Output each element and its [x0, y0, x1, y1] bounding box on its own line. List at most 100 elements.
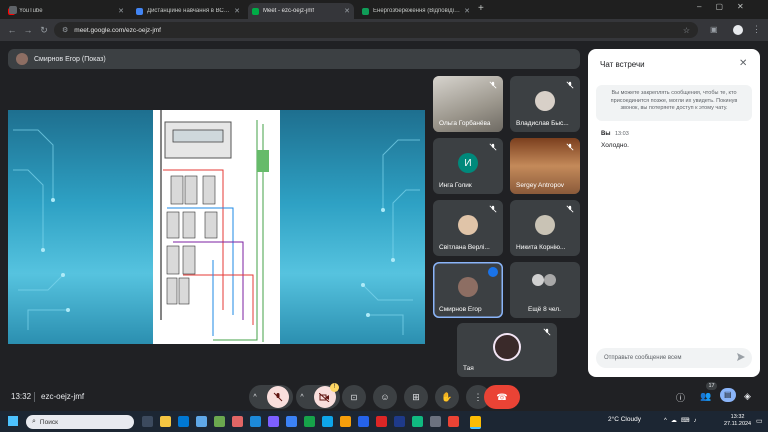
- tab-meet[interactable]: Meet - ezc-oejz-jmf ✕: [248, 3, 354, 19]
- mic-off-icon: [566, 205, 574, 213]
- tab-energy-saving[interactable]: Енергозбереження (Відповіді) - Go... ✕: [358, 3, 474, 19]
- participant-tile[interactable]: Тая: [457, 323, 557, 377]
- chat-pin-notice: Вы можете закреплять сообщения, чтобы те…: [596, 85, 752, 121]
- site-info-icon[interactable]: ⚙: [62, 26, 68, 34]
- presenter-bar: Смирнов Егор (Показ): [8, 49, 580, 69]
- participant-avatar: [544, 274, 556, 286]
- weather-widget[interactable]: 2°C Cloudy: [608, 416, 641, 423]
- app-icon[interactable]: [196, 416, 207, 427]
- presenter-avatar: [16, 53, 28, 65]
- chevron-up-icon[interactable]: ^: [300, 394, 303, 401]
- forward-icon[interactable]: →: [22, 24, 34, 36]
- app-icon[interactable]: [304, 416, 315, 427]
- search-icon: ⌕: [32, 418, 36, 425]
- bookmark-star-icon[interactable]: ☆: [683, 26, 690, 35]
- site-icon: [136, 7, 143, 15]
- notifications-icon[interactable]: ▭: [756, 417, 763, 425]
- app-icon[interactable]: [394, 416, 405, 427]
- chat-icon: ▤: [724, 390, 732, 399]
- tab-youtube[interactable]: YouTube ✕: [4, 3, 128, 19]
- forms-icon: [362, 7, 369, 15]
- app-icon[interactable]: [214, 416, 225, 427]
- participant-tile[interactable]: Ольга Горбанёва: [433, 76, 503, 132]
- system-tray-icons[interactable]: ^☁⌨♪: [664, 417, 700, 424]
- app-icon[interactable]: [376, 416, 387, 427]
- participant-tile[interactable]: Никита Корнію...: [510, 200, 580, 256]
- chrome-icon[interactable]: [470, 416, 481, 429]
- message-text: Холодно.: [601, 142, 629, 149]
- mic-off-icon: [543, 328, 551, 336]
- present-icon: ⊞: [412, 391, 420, 402]
- mic-off-icon: [273, 392, 282, 402]
- new-tab-button[interactable]: +: [478, 3, 484, 14]
- more-vert-icon: ⋮: [473, 391, 483, 402]
- mic-off-button[interactable]: [266, 386, 289, 408]
- file-explorer-icon[interactable]: [160, 416, 171, 427]
- window-controls[interactable]: –▢✕: [697, 2, 758, 11]
- end-call-button[interactable]: ☎: [484, 385, 520, 409]
- info-icon[interactable]: ⓘ: [676, 391, 685, 404]
- emoji-button[interactable]: ☺: [373, 385, 397, 409]
- app-icon[interactable]: [322, 416, 333, 427]
- close-icon[interactable]: ✕: [739, 58, 747, 69]
- chevron-up-icon[interactable]: ^: [253, 394, 256, 401]
- emoji-icon: ☺: [380, 392, 390, 402]
- chat-title: Чат встречи: [600, 60, 645, 69]
- close-tab-icon[interactable]: ✕: [344, 7, 350, 15]
- hand-icon: ✋: [441, 391, 453, 402]
- participant-tile[interactable]: Владислав Быс...: [510, 76, 580, 132]
- tab-search-icon[interactable]: [9, 6, 17, 14]
- send-icon[interactable]: [736, 352, 746, 362]
- captions-icon: ⊡: [350, 392, 358, 402]
- browser-menu-icon[interactable]: ⋮: [752, 24, 761, 35]
- profile-avatar[interactable]: [733, 25, 743, 35]
- tab-distance-learning[interactable]: Дистанційне навчання в ВСП КФФК... ✕: [132, 3, 244, 19]
- windows-start-icon[interactable]: [8, 416, 18, 426]
- omnibox[interactable]: ⚙ meet.google.com/ezc-oejz-jmf ☆: [54, 22, 698, 38]
- presenter-label: Смирнов Егор (Показ): [34, 55, 106, 63]
- app-icon[interactable]: [232, 416, 243, 427]
- electrical-panel-diagram: [160, 110, 269, 342]
- store-icon[interactable]: [178, 416, 189, 427]
- participant-tile[interactable]: Світлана Верлі...: [433, 200, 503, 256]
- app-icon[interactable]: [448, 416, 459, 427]
- extensions-icon[interactable]: ▣: [710, 25, 718, 34]
- mic-off-icon: [489, 143, 497, 151]
- people-icon[interactable]: 👥: [700, 391, 711, 402]
- mic-off-icon: [566, 143, 574, 151]
- present-button[interactable]: ⊞: [404, 385, 428, 409]
- reload-icon[interactable]: ↻: [38, 24, 50, 36]
- participant-tile[interactable]: Sergey Antropov: [510, 138, 580, 194]
- speaking-indicator-icon: [488, 267, 498, 277]
- app-icon[interactable]: [268, 416, 279, 427]
- app-icon[interactable]: [412, 416, 423, 427]
- taskbar-clock[interactable]: 13:32 27.11.2024: [724, 414, 751, 428]
- mic-off-icon: [489, 81, 497, 89]
- phone-hangup-icon: ☎: [496, 391, 508, 402]
- app-icon[interactable]: [286, 416, 297, 427]
- participants-count-badge: 17: [706, 382, 717, 390]
- mic-control-group: ^: [249, 385, 293, 409]
- participant-avatar: [535, 91, 555, 112]
- app-icon[interactable]: [340, 416, 351, 427]
- more-participants-tile[interactable]: Ещё 8 чел.: [510, 262, 580, 318]
- participant-tile[interactable]: И Инга Голик: [433, 138, 503, 194]
- edge-icon[interactable]: [250, 416, 261, 427]
- close-tab-icon[interactable]: ✕: [118, 7, 124, 15]
- meeting-code: ezc-oejz-jmf: [41, 392, 85, 401]
- close-tab-icon[interactable]: ✕: [234, 7, 240, 15]
- task-view-icon[interactable]: [142, 416, 153, 427]
- taskbar-search[interactable]: ⌕ Поиск: [26, 415, 134, 429]
- participant-avatar: [532, 274, 544, 286]
- back-icon[interactable]: ←: [6, 24, 18, 36]
- raise-hand-button[interactable]: ✋: [435, 385, 459, 409]
- app-icon[interactable]: [430, 416, 441, 427]
- message-time: 13:03: [615, 131, 629, 137]
- participant-tile-self[interactable]: Смирнов Егор: [433, 262, 503, 318]
- activities-icon[interactable]: ◈: [744, 391, 751, 402]
- url-text: meet.google.com/ezc-oejz-jmf: [74, 26, 161, 34]
- close-tab-icon[interactable]: ✕: [464, 7, 470, 15]
- captions-button[interactable]: ⊡: [342, 385, 366, 409]
- app-icon[interactable]: [358, 416, 369, 427]
- browser-tab-strip: YouTube ✕ Дистанційне навчання в ВСП КФФ…: [0, 0, 768, 19]
